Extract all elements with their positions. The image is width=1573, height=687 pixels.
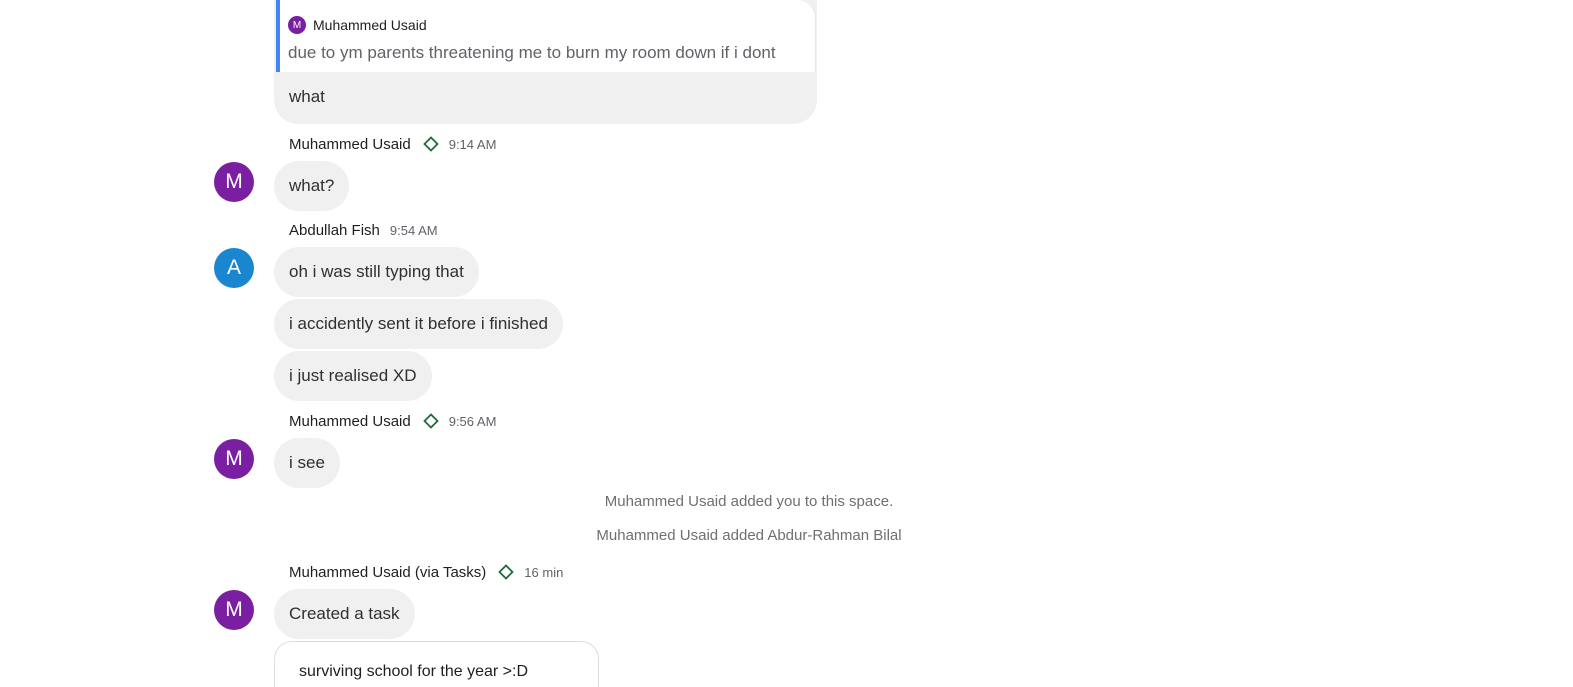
message-bubble[interactable]: what?: [274, 161, 350, 211]
message-bubble[interactable]: i just realised XD: [274, 351, 432, 401]
message-bubble[interactable]: i accidently sent it before i finished: [274, 299, 563, 349]
message-timestamp: 16 min: [524, 564, 564, 580]
message-bubble[interactable]: Created a task: [274, 589, 415, 639]
quoted-message-block[interactable]: M Muhammed Usaid due to ym parents threa…: [276, 0, 816, 72]
message-timestamp: 9:14 AM: [448, 136, 497, 152]
message-timestamp: 9:56 AM: [448, 413, 497, 429]
avatar[interactable]: M: [214, 590, 254, 630]
quote-accent-bar: [276, 0, 280, 72]
quoted-text: due to ym parents threatening me to burn…: [288, 43, 776, 62]
system-message: Muhammed Usaid added you to this space.: [604, 493, 894, 510]
message-bubble[interactable]: oh i was still typing that: [274, 247, 479, 297]
avatar[interactable]: M: [214, 162, 254, 202]
message-bubble[interactable]: i see: [274, 438, 340, 488]
message-timestamp: 9:54 AM: [389, 222, 438, 238]
sender-name[interactable]: Abdullah Fish: [289, 222, 380, 239]
chat-stream: M Muhammed Usaid due to ym parents threa…: [0, 0, 1573, 687]
avatar[interactable]: M: [214, 439, 254, 479]
task-title[interactable]: surviving school for the year >:D: [299, 663, 528, 681]
task-card[interactable]: surviving school for the year >:D: [274, 641, 599, 687]
quoted-reply-message[interactable]: M Muhammed Usaid due to ym parents threa…: [274, 0, 817, 124]
message-header: Muhammed Usaid 9:56 AM: [289, 411, 496, 431]
sender-name[interactable]: Muhammed Usaid: [289, 136, 411, 153]
quoted-author-name: Muhammed Usaid: [313, 17, 427, 33]
message-header: Abdullah Fish 9:54 AM: [289, 220, 438, 240]
system-message: Muhammed Usaid added Abdur-Rahman Bilal: [596, 527, 902, 544]
diamond-outline-icon: [498, 564, 515, 580]
message-header: Muhammed Usaid 9:14 AM: [289, 134, 496, 154]
sender-name[interactable]: Muhammed Usaid (via Tasks): [289, 564, 486, 581]
avatar[interactable]: A: [214, 248, 254, 288]
diamond-outline-icon: [422, 413, 439, 429]
quoted-author-avatar: M: [288, 16, 306, 34]
reply-text: what: [289, 87, 325, 106]
quoted-author: M Muhammed Usaid: [288, 15, 427, 35]
sender-name[interactable]: Muhammed Usaid: [289, 413, 411, 430]
message-header: Muhammed Usaid (via Tasks) 16 min: [289, 562, 563, 582]
diamond-outline-icon: [422, 136, 439, 152]
